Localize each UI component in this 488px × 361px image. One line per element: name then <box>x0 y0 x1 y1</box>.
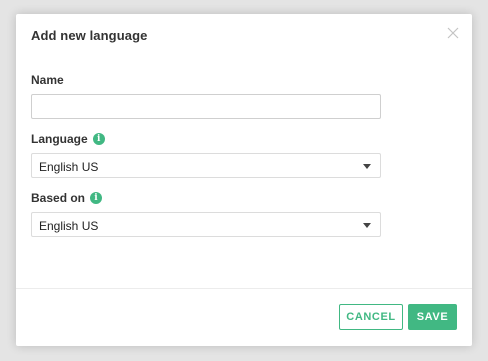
add-language-dialog: Add new language Name Language i English… <box>16 14 472 346</box>
dialog-title: Add new language <box>31 28 148 43</box>
based-on-label: Based on i <box>31 191 103 205</box>
info-icon[interactable]: i <box>92 133 105 145</box>
based-on-label-text: Based on <box>31 191 86 205</box>
save-button[interactable]: SAVE <box>408 304 457 330</box>
based-on-selected-value: English US <box>39 219 99 233</box>
close-button[interactable] <box>446 26 460 40</box>
modal-backdrop: Add new language Name Language i English… <box>0 0 488 361</box>
name-label-text: Name <box>31 73 64 87</box>
cancel-button[interactable]: CANCEL <box>339 304 403 330</box>
language-select[interactable]: English US <box>31 153 381 178</box>
info-icon[interactable]: i <box>90 192 103 204</box>
footer-divider <box>16 288 472 289</box>
language-selected-value: English US <box>39 160 99 174</box>
chevron-down-icon <box>363 223 371 228</box>
based-on-select[interactable]: English US <box>31 212 381 237</box>
language-label-text: Language <box>31 132 88 146</box>
name-input[interactable] <box>31 94 381 119</box>
name-label: Name <box>31 73 64 87</box>
chevron-down-icon <box>363 164 371 169</box>
close-icon <box>447 27 459 39</box>
language-label: Language i <box>31 132 105 146</box>
